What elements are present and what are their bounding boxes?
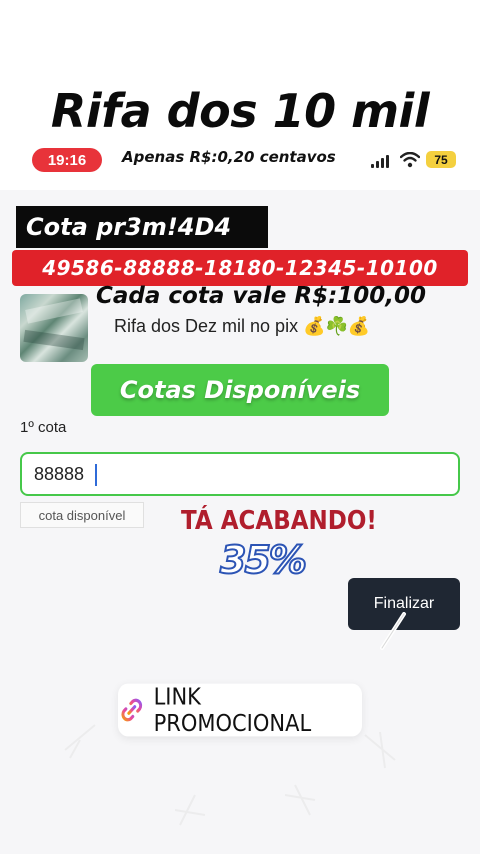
cota-value: Cada cota vale R$:100,00 <box>96 283 427 309</box>
tap-pointer-icon <box>380 612 406 650</box>
cota-title: Cota pr3m!4D4 <box>16 206 268 248</box>
text-caret <box>95 464 97 486</box>
battery-icon: 75 <box>426 151 456 168</box>
signal-icon <box>371 154 393 168</box>
sparkle-icon <box>174 794 206 826</box>
raffle-description: Rifa dos Dez mil no pix 💰☘️💰 <box>114 316 371 336</box>
page-title: Rifa dos 10 mil <box>50 84 430 138</box>
sparkle-icon <box>364 731 396 769</box>
wifi-icon <box>400 152 420 168</box>
availability-badge: cota disponível <box>20 502 144 528</box>
percent-sold: 35% <box>219 537 308 583</box>
promo-link-label: LINK PROMOCIONAL <box>153 683 312 737</box>
price-subtitle: Apenas R$:0,20 centavos <box>122 148 336 166</box>
raffle-thumbnail <box>20 294 88 362</box>
status-time: 19:16 <box>32 148 102 172</box>
status-row: 19:16 Apenas R$:0,20 centavos 75 <box>0 146 480 174</box>
link-icon <box>121 698 143 722</box>
cota-input[interactable] <box>20 452 460 496</box>
sparkle-icon <box>284 784 316 816</box>
urgency-text: TÁ ACABANDO! <box>181 506 377 536</box>
cota-numbers: 49586-88888-18180-12345-10100 <box>12 250 468 286</box>
cotas-disponiveis-button[interactable]: Cotas Disponíveis <box>91 364 389 416</box>
promo-link[interactable]: LINK PROMOCIONAL <box>118 683 362 737</box>
cota-field-label: 1º cota <box>20 419 67 436</box>
sparkle-icon <box>64 724 96 759</box>
